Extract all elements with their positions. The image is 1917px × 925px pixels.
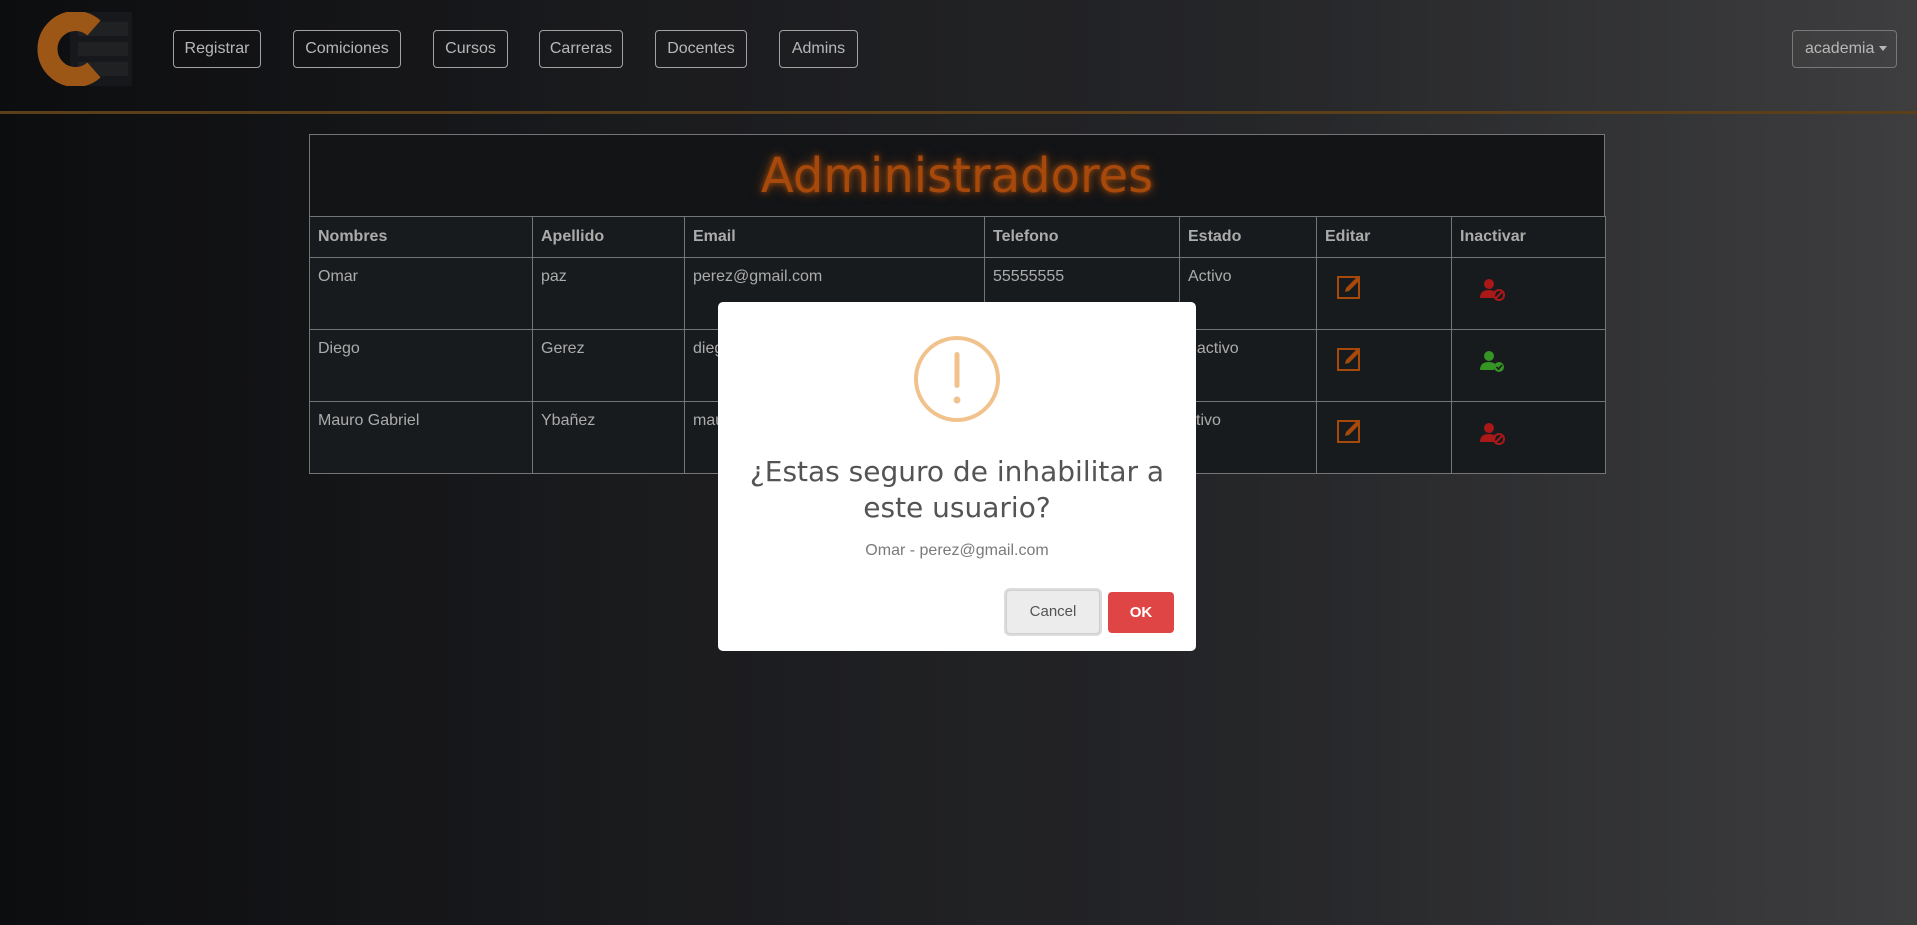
cancel-button[interactable]: Cancel xyxy=(1006,590,1100,634)
ok-button[interactable]: OK xyxy=(1108,592,1174,633)
warning-icon xyxy=(912,334,1002,424)
confirm-dialog: ¿Estas seguro de inhabilitar a este usua… xyxy=(718,302,1196,651)
dialog-text: Omar - perez@gmail.com xyxy=(865,542,1049,559)
dialog-title: ¿Estas seguro de inhabilitar a este usua… xyxy=(749,455,1165,524)
